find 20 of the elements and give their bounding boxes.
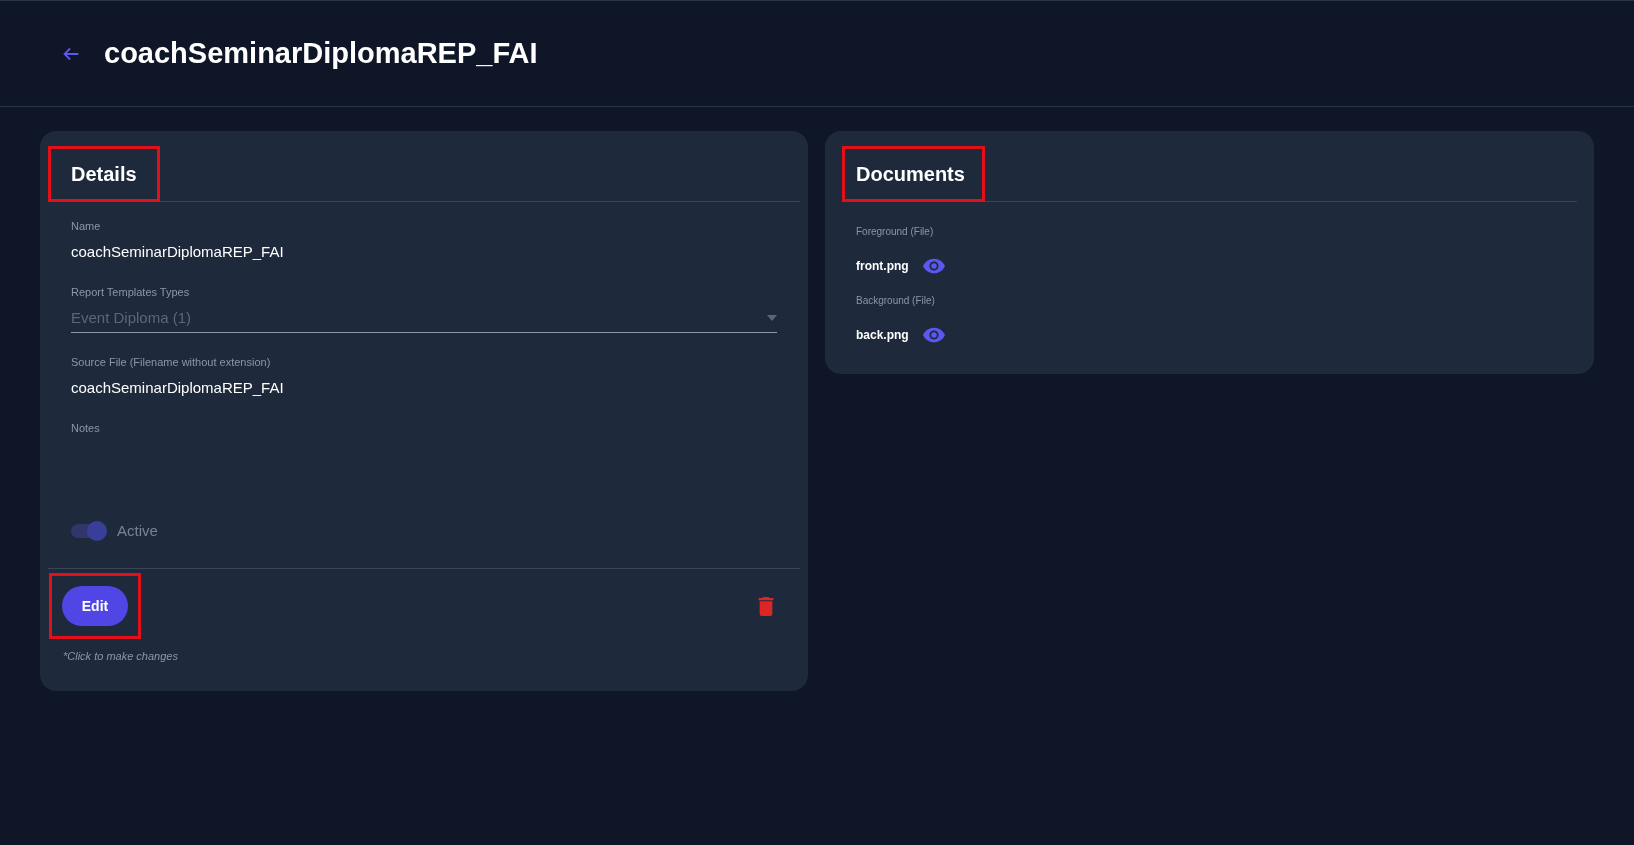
dropdown-caret-icon [766, 314, 777, 321]
field-label: Report Templates Types [71, 285, 191, 300]
field-value: coachSeminarDiplomaREP_FAI [71, 241, 285, 262]
edit-hint: *Click to make changes [63, 650, 178, 662]
eye-icon[interactable] [922, 327, 945, 343]
field-value: coachSeminarDiplomaREP_FAI [71, 377, 285, 398]
document-label: Background (File) [855, 294, 936, 308]
page-title: coachSeminarDiplomaREP_FAI [104, 35, 538, 71]
trash-icon[interactable] [757, 596, 774, 616]
details-heading: Details [71, 162, 137, 187]
field-label: Source File (Filename without extension) [71, 355, 272, 370]
eye-icon[interactable] [922, 258, 945, 274]
file-name: front.png [855, 258, 909, 275]
edit-button[interactable]: Edit [62, 586, 128, 626]
field-label: Name [71, 219, 102, 234]
file-name: back.png [855, 327, 909, 344]
documents-heading: Documents [855, 162, 965, 187]
document-label: Foreground (File) [855, 225, 935, 239]
toggle-label: Active [117, 520, 158, 541]
field-label: Notes [71, 421, 101, 436]
